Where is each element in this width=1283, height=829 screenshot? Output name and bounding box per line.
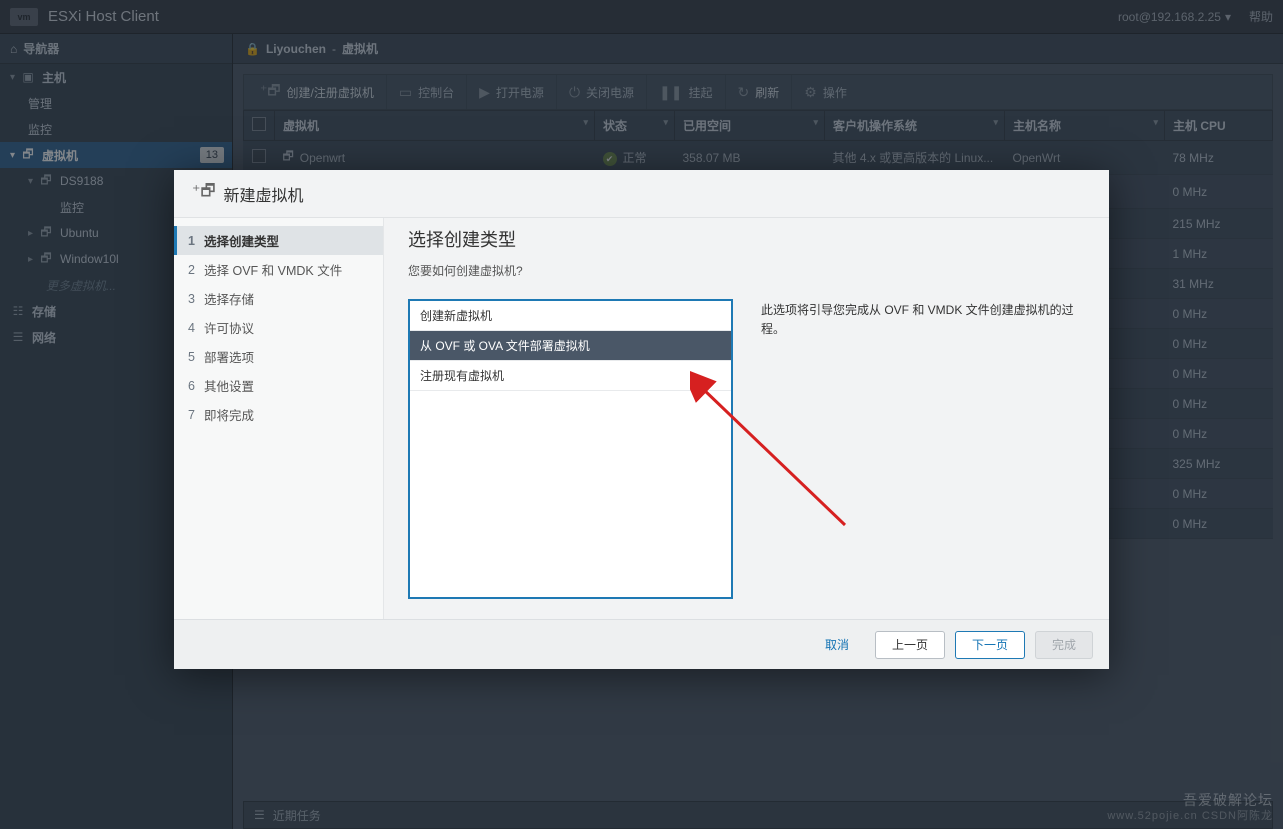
new-vm-dialog: ⁺🗗 新建虚拟机 1选择创建类型2选择 OVF 和 VMDK 文件3选择存储4许… bbox=[174, 170, 1109, 669]
wizard-step-1[interactable]: 1选择创建类型 bbox=[174, 226, 383, 255]
pane-title: 选择创建类型 bbox=[408, 226, 1085, 252]
wizard-step-7: 7即将完成 bbox=[174, 400, 383, 429]
finish-button: 完成 bbox=[1035, 631, 1093, 659]
wizard-step-2: 2选择 OVF 和 VMDK 文件 bbox=[174, 255, 383, 284]
dialog-title: 新建虚拟机 bbox=[223, 182, 303, 206]
wizard-step-4: 4许可协议 bbox=[174, 313, 383, 342]
wizard-step-5: 5部署选项 bbox=[174, 342, 383, 371]
modal-overlay: ⁺🗗 新建虚拟机 1选择创建类型2选择 OVF 和 VMDK 文件3选择存储4许… bbox=[0, 0, 1283, 829]
add-vm-icon: ⁺🗗 bbox=[192, 180, 215, 207]
wizard-step-6: 6其他设置 bbox=[174, 371, 383, 400]
next-button[interactable]: 下一页 bbox=[955, 631, 1025, 659]
creation-option-0[interactable]: 创建新虚拟机 bbox=[410, 301, 731, 331]
wizard-steps: 1选择创建类型2选择 OVF 和 VMDK 文件3选择存储4许可协议5部署选项6… bbox=[174, 218, 384, 619]
wizard-main: 选择创建类型 您要如何创建虚拟机? 创建新虚拟机从 OVF 或 OVA 文件部署… bbox=[384, 218, 1109, 619]
dialog-footer: 取消 上一页 下一页 完成 bbox=[174, 619, 1109, 669]
creation-type-options: 创建新虚拟机从 OVF 或 OVA 文件部署虚拟机注册现有虚拟机 bbox=[408, 299, 733, 599]
pane-subtitle: 您要如何创建虚拟机? bbox=[408, 262, 1085, 279]
option-description: 此选项将引导您完成从 OVF 和 VMDK 文件创建虚拟机的过程。 bbox=[761, 299, 1085, 599]
cancel-button[interactable]: 取消 bbox=[809, 631, 865, 659]
wizard-step-3: 3选择存储 bbox=[174, 284, 383, 313]
dialog-header: ⁺🗗 新建虚拟机 bbox=[174, 170, 1109, 218]
creation-option-2[interactable]: 注册现有虚拟机 bbox=[410, 361, 731, 391]
creation-option-1[interactable]: 从 OVF 或 OVA 文件部署虚拟机 bbox=[410, 331, 731, 361]
back-button[interactable]: 上一页 bbox=[875, 631, 945, 659]
watermark: 吾爱破解论坛 www.52pojie.cn CSDN阿陈龙 bbox=[1107, 791, 1273, 823]
